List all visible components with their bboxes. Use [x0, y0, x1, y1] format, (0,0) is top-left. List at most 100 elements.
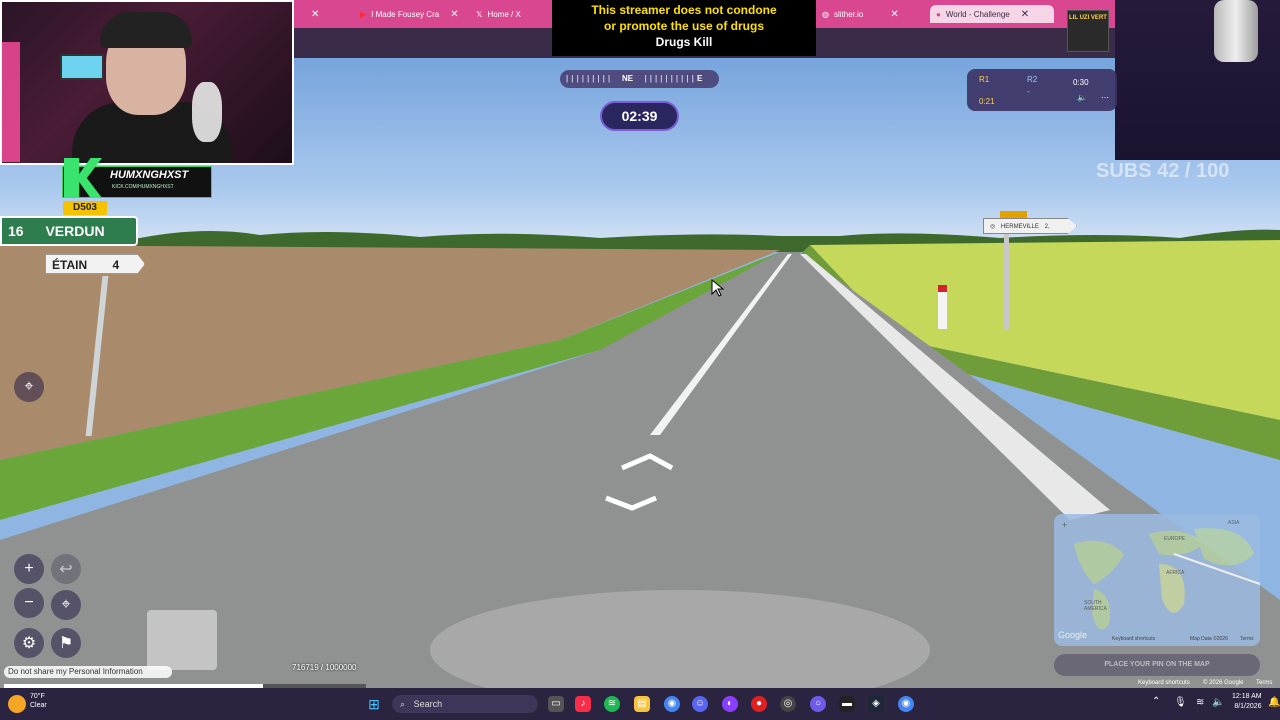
notification-bell-icon[interactable]: 🔔 — [1268, 697, 1280, 708]
close-icon[interactable]: ✕ — [890, 9, 898, 20]
chrome-icon[interactable]: ◉ — [898, 696, 914, 712]
sign-post — [1004, 234, 1009, 329]
task-view-icon[interactable]: ▭ — [548, 696, 564, 712]
media-elapsed: 0:30 — [1073, 78, 1089, 87]
weather-icon[interactable] — [8, 695, 26, 713]
banner-line: Drugs Kill — [655, 35, 713, 49]
clock-date: 8/1/2026 — [1234, 703, 1262, 710]
round-2-score: - — [1027, 87, 1030, 96]
wifi-icon[interactable]: ≋ — [1196, 697, 1204, 708]
round-1-label: R1 — [979, 75, 990, 84]
channel-url: KICK.COM/HUMXNGHXST — [112, 184, 174, 190]
map-label-asia: ASIA — [1228, 520, 1240, 526]
browser-tab[interactable]: ✕ — [300, 5, 319, 23]
spotify-icon[interactable]: ≋ — [604, 696, 620, 712]
map-label-south-america: SOUTH AMERICA — [1084, 600, 1107, 612]
map-label-africa: AFRICA — [1166, 570, 1185, 576]
verdun-distance: 16 — [8, 223, 24, 239]
search-placeholder: Search — [413, 699, 443, 709]
close-icon[interactable]: ✕ — [311, 9, 319, 20]
google-logo: Google — [1058, 630, 1088, 640]
windows-start-icon[interactable]: ⊞ — [366, 696, 382, 712]
flag-icon[interactable]: ⚑ — [51, 628, 81, 658]
guess-minimap[interactable]: EUROPE AFRICA SOUTH AMERICA ASIA + Googl… — [1054, 514, 1260, 646]
app-icon[interactable]: ◐ — [722, 696, 738, 712]
undo-move-button[interactable]: ↩ — [51, 554, 81, 584]
return-to-start-icon[interactable]: ⌖ — [14, 372, 44, 402]
more-icon[interactable]: ⋯ — [1101, 93, 1109, 102]
app-icon[interactable]: ○ — [810, 696, 826, 712]
progress-text: 716719 / 1000000 — [292, 663, 357, 672]
x-icon: 𝕏 — [476, 9, 483, 19]
map-label-europe: EUROPE — [1164, 536, 1186, 542]
world-map — [1074, 528, 1260, 630]
tab-label: I Made Fousey Cra — [371, 9, 440, 19]
browser-tab[interactable]: 𝕏 Home / X — [476, 5, 521, 23]
banner-line: or promote the use of drugs — [603, 19, 764, 33]
terminal-icon[interactable]: ▬ — [839, 696, 855, 712]
clock-time: 12:18 AM — [1232, 693, 1262, 700]
globe-icon: ◍ — [822, 9, 829, 19]
chrome-icon[interactable]: ◉ — [664, 696, 680, 712]
tray-chevron-icon[interactable]: ⌃ — [1152, 696, 1160, 707]
checkpoint-icon[interactable]: ⌖ — [51, 590, 81, 620]
map-footer-terms[interactable]: Terms — [1240, 636, 1254, 642]
weather-temp: 70°F — [30, 693, 45, 700]
close-icon[interactable]: ✕ — [450, 9, 458, 20]
tab-label: Home / X — [487, 9, 521, 19]
discord-icon[interactable]: ☺ — [692, 696, 708, 712]
round-1-time: 0:21 — [979, 97, 995, 106]
rounds-panel: R1 0:21 R2 - 0:30 🔈 ⋯ — [967, 69, 1117, 111]
mouse-cursor — [711, 279, 725, 297]
round-2-label: R2 — [1027, 75, 1038, 84]
music-app-icon[interactable]: ♪ — [575, 696, 591, 712]
hermeville-name: HERMEVILLE — [1000, 224, 1039, 230]
watch-image — [1214, 0, 1258, 62]
file-explorer-icon[interactable]: ▤ — [634, 696, 650, 712]
background-monitor — [60, 54, 104, 80]
road-bollard — [938, 285, 947, 329]
etain-sign: ÉTAIN 4 — [45, 254, 145, 274]
tab-label: slither.io — [833, 9, 864, 19]
scene-footer-shortcuts[interactable]: Keyboard shortcuts — [1138, 680, 1190, 686]
album-art: LIL UZI VERT — [1067, 10, 1109, 52]
zoom-out-button[interactable]: − — [14, 588, 44, 618]
webcam-overlay — [0, 0, 294, 165]
hermeville-sign-plate — [1000, 211, 1027, 218]
steam-icon[interactable]: ◈ — [868, 696, 884, 712]
disclaimer-banner: This streamer does not condone or promot… — [552, 0, 816, 56]
verdun-sign: 16 VERDUN — [0, 216, 138, 246]
browser-tab[interactable]: ◍ slither.io ✕ — [822, 5, 899, 23]
volume-icon[interactable]: 🔈 — [1077, 93, 1087, 102]
volume-icon[interactable]: 🔈 — [1212, 697, 1224, 708]
scene-footer-terms[interactable]: Terms — [1256, 680, 1272, 686]
banner-line: This streamer does not condone — [591, 3, 777, 17]
weather-widget[interactable]: 70°F Clear — [30, 692, 47, 710]
place-pin-button[interactable]: PLACE YOUR PIN ON THE MAP — [1054, 654, 1260, 676]
weather-desc: Clear — [30, 702, 47, 709]
map-zoom-in-icon[interactable]: + — [1062, 520, 1067, 530]
subs-goal: SUBS 42 / 100 — [1096, 160, 1230, 182]
gear-icon[interactable]: ⚙ — [14, 628, 44, 658]
hermeville-distance: 2, — [1044, 224, 1050, 230]
obs-icon[interactable]: ● — [751, 696, 767, 712]
map-pin-icon: ● — [936, 9, 941, 19]
zoom-in-button[interactable]: + — [14, 554, 44, 584]
scene-footer-copyright: © 2026 Google — [1203, 680, 1244, 686]
close-icon[interactable]: ✕ — [1021, 9, 1029, 20]
taskbar-clock[interactable]: 12:18 AM 8/1/2026 — [1232, 692, 1262, 712]
etain-distance: 4 — [112, 258, 120, 272]
streamer-beanie — [100, 12, 192, 48]
app-icon[interactable]: ◎ — [780, 696, 796, 712]
etain-name: ÉTAIN — [52, 258, 88, 272]
youtube-icon: ▶ — [360, 9, 367, 19]
album-title: LIL UZI VERT — [1069, 15, 1107, 21]
privacy-link[interactable]: Do not share my Personal Information — [4, 666, 172, 678]
map-footer-shortcuts[interactable]: Keyboard shortcuts — [1112, 636, 1155, 642]
microphone-icon[interactable]: 🎙 — [1174, 697, 1187, 708]
compass-bar: ||||||||| |||||||||| NE E — [560, 70, 719, 88]
browser-tab[interactable]: ▶ I Made Fousey Cra ✕ — [360, 5, 459, 23]
browser-tab-active[interactable]: ● World - Challenge ✕ — [930, 5, 1054, 23]
search-icon: ⌕ — [400, 699, 406, 709]
taskbar-search[interactable]: ⌕ Search — [392, 695, 538, 713]
